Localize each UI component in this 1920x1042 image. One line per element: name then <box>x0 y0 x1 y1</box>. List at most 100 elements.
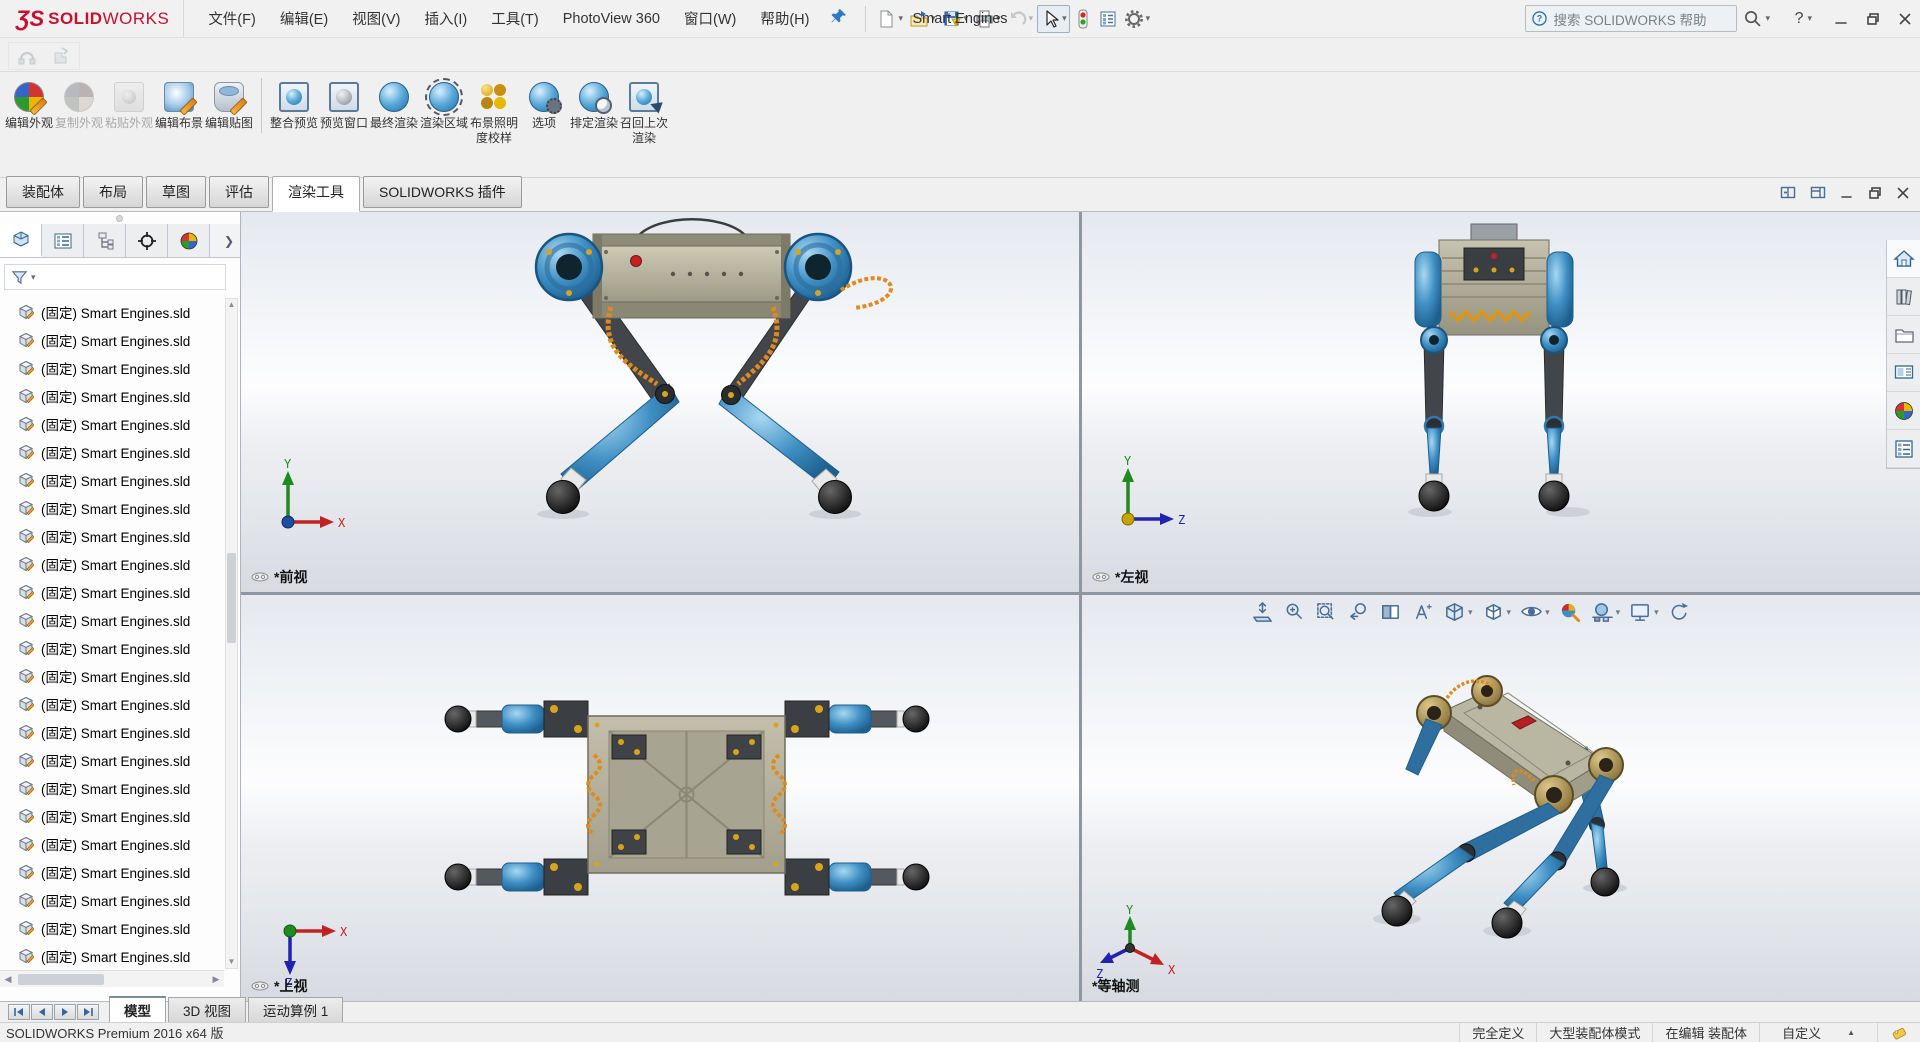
tree-item[interactable]: (固定) Smart Engines.sld <box>0 858 224 886</box>
new-document-button[interactable]: ▾ <box>874 6 905 32</box>
tab-dimxpert-manager[interactable] <box>126 224 168 257</box>
menu-item[interactable]: PhotoView 360 <box>551 5 672 33</box>
scrollbar-thumb[interactable] <box>18 974 104 985</box>
tree-item[interactable]: (固定) Smart Engines.sld <box>0 690 224 718</box>
tree-item[interactable]: (固定) Smart Engines.sld <box>0 578 224 606</box>
ribbon-button[interactable]: 选项 <box>519 78 569 133</box>
robot-isometric-view[interactable] <box>1082 595 1920 1001</box>
tree-item[interactable]: (固定) Smart Engines.sld <box>0 550 224 578</box>
document-tab[interactable]: 3D 视图 <box>168 997 246 1022</box>
first-tab-button[interactable] <box>8 1004 30 1020</box>
restore-button[interactable] <box>1866 12 1880 26</box>
design-library-button[interactable] <box>1887 278 1920 316</box>
robot-top-view[interactable] <box>241 595 1079 1001</box>
ribbon-button[interactable]: 预览窗口 <box>319 78 369 133</box>
apply-scene-button[interactable]: ▾ <box>1590 600 1622 625</box>
pane-icon[interactable] <box>1810 185 1826 200</box>
ribbon-button[interactable]: 编辑布景 <box>154 78 204 133</box>
dropdown-caret-icon[interactable]: ▾ <box>1807 13 1812 24</box>
tree-item[interactable]: (固定) Smart Engines.sld <box>0 662 224 690</box>
previous-view-button[interactable] <box>1346 600 1371 625</box>
dropdown-caret-icon[interactable]: ▾ <box>898 13 903 24</box>
command-tab[interactable]: 渲染工具 <box>272 176 360 212</box>
tree-item[interactable]: (固定) Smart Engines.sld <box>0 410 224 438</box>
tree-item[interactable]: (固定) Smart Engines.sld <box>0 326 224 354</box>
hide-show-items-button[interactable]: ▾ <box>1519 600 1551 625</box>
tree-item[interactable]: (固定) Smart Engines.sld <box>0 746 224 774</box>
dropdown-caret-icon[interactable]: ▾ <box>1029 13 1034 24</box>
command-tab[interactable]: SOLIDWORKS 插件 <box>363 176 522 208</box>
section-view-button[interactable] <box>1378 600 1403 625</box>
robot-front-view[interactable] <box>241 212 1079 592</box>
viewport-left[interactable]: Y Z *左视 <box>1082 212 1920 592</box>
ribbon-button[interactable]: 编辑贴图 <box>204 78 254 133</box>
ribbon-button[interactable]: 编辑外观 <box>4 78 54 133</box>
tree-item[interactable]: (固定) Smart Engines.sld <box>0 354 224 382</box>
display-settings-button[interactable] <box>1096 6 1120 32</box>
tree-item[interactable]: (固定) Smart Engines.sld <box>0 438 224 466</box>
tree-horizontal-scrollbar[interactable]: ◀ ▶ <box>0 970 224 987</box>
ribbon-button[interactable]: 粘贴外观 <box>104 78 154 133</box>
command-tab[interactable]: 草图 <box>146 176 206 208</box>
tab-configuration-manager[interactable] <box>84 224 126 257</box>
tree-item[interactable]: (固定) Smart Engines.sld <box>0 774 224 802</box>
menu-item[interactable]: 编辑(E) <box>268 2 340 35</box>
tree-item[interactable]: (固定) Smart Engines.sld <box>0 942 224 969</box>
tree-item[interactable]: (固定) Smart Engines.sld <box>0 606 224 634</box>
tree-item[interactable]: (固定) Smart Engines.sld <box>0 914 224 942</box>
ribbon-button[interactable]: 召回上次渲染 <box>619 78 669 147</box>
tree-item[interactable]: (固定) Smart Engines.sld <box>0 382 224 410</box>
select-tool-button[interactable]: ▾ <box>1037 5 1070 33</box>
tree-item[interactable]: (固定) Smart Engines.sld <box>0 494 224 522</box>
tree-item[interactable]: (固定) Smart Engines.sld <box>0 830 224 858</box>
ribbon-button[interactable]: 最终渲染 <box>369 78 419 133</box>
scroll-up-icon[interactable]: ▲ <box>226 299 237 311</box>
status-tag-button[interactable] <box>1877 1023 1920 1042</box>
annotation-view-button[interactable] <box>1410 600 1435 625</box>
zoom-to-area-button[interactable] <box>1282 600 1307 625</box>
tree-vertical-scrollbar[interactable]: ▲ ▼ <box>225 298 238 969</box>
undo-button[interactable]: ▾ <box>1005 6 1036 32</box>
panel-collapse-handle[interactable] <box>116 215 123 222</box>
previous-tab-button[interactable] <box>31 1004 53 1020</box>
tab-display-manager[interactable] <box>168 224 210 257</box>
tree-item[interactable]: (固定) Smart Engines.sld <box>0 718 224 746</box>
ribbon-button[interactable]: 布景照明度校样 <box>469 78 519 147</box>
scroll-right-icon[interactable]: ▶ <box>208 974 224 985</box>
scroll-left-icon[interactable]: ◀ <box>0 974 16 985</box>
search-input[interactable]: ? 搜索 SOLIDWORKS 帮助 <box>1525 5 1737 32</box>
viewport-isometric[interactable]: ▾ ▾ ▾ ▾ ▾ Y X Z *等 <box>1082 595 1920 1001</box>
ribbon-button[interactable]: 排定渲染 <box>569 78 619 133</box>
tab-feature-manager-tree[interactable] <box>0 224 42 257</box>
menu-item[interactable]: 工具(T) <box>479 2 551 35</box>
display-style-button[interactable]: ▾ <box>1481 600 1513 625</box>
zoom-to-fit-button[interactable] <box>1250 600 1275 625</box>
tree-item[interactable]: (固定) Smart Engines.sld <box>0 886 224 914</box>
command-tab[interactable]: 评估 <box>209 176 269 208</box>
viewport-front[interactable]: Y X *前视 <box>241 212 1079 592</box>
panel-tabs-overflow[interactable]: ❯ <box>210 224 240 257</box>
tree-item[interactable]: (固定) Smart Engines.sld <box>0 298 224 326</box>
tab-property-manager[interactable] <box>42 224 84 257</box>
menu-item[interactable]: 窗口(W) <box>672 2 748 35</box>
viewport-top[interactable]: X Z *上视 <box>241 595 1079 1001</box>
file-explorer-button[interactable] <box>1887 316 1920 354</box>
menu-item[interactable]: 插入(I) <box>413 2 480 35</box>
rotate-view-button[interactable] <box>1667 600 1692 625</box>
restore-document-button[interactable] <box>1868 186 1882 200</box>
dropdown-caret-icon[interactable]: ▾ <box>31 272 36 283</box>
status-custom-dropdown[interactable]: 自定义 ▲ <box>1759 1023 1877 1042</box>
tree-item[interactable]: (固定) Smart Engines.sld <box>0 466 224 494</box>
document-tab[interactable]: 运动算例 1 <box>248 997 343 1022</box>
menu-item[interactable]: 帮助(H) <box>748 2 821 35</box>
view-settings-button[interactable]: ▾ <box>1628 600 1660 625</box>
menu-item[interactable]: 视图(V) <box>340 2 412 35</box>
rebuild-button[interactable] <box>1072 6 1094 32</box>
close-document-button[interactable] <box>1896 186 1910 200</box>
last-tab-button[interactable] <box>77 1004 99 1020</box>
ribbon-button[interactable]: 渲染区域 <box>419 78 469 133</box>
ribbon-button[interactable]: 整合预览 <box>261 78 319 133</box>
document-tab[interactable]: 模型 <box>109 996 166 1022</box>
edit-appearance-button[interactable] <box>1558 600 1583 625</box>
tree-item[interactable]: (固定) Smart Engines.sld <box>0 634 224 662</box>
